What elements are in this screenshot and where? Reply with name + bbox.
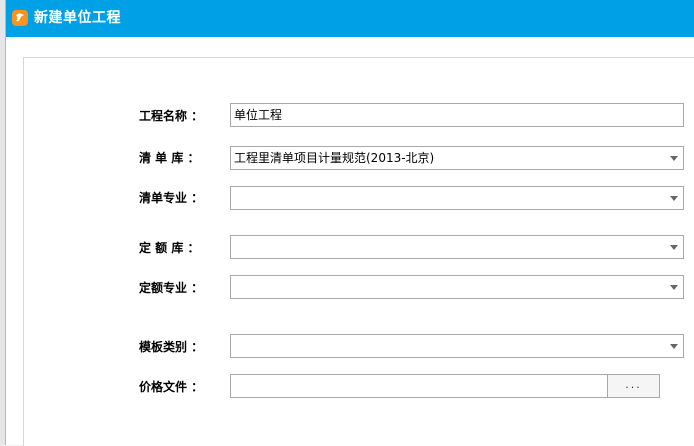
chevron-down-icon[interactable] <box>667 276 681 298</box>
browse-button[interactable]: ... <box>607 374 660 398</box>
bill-library-value: 工程里清单项目计量规范(2013-北京) <box>234 151 435 165</box>
bill-specialty-label: 清单专业 ： <box>139 191 204 205</box>
bill-library-select[interactable]: 工程里清单项目计量规范(2013-北京) <box>230 146 684 170</box>
template-category-select[interactable] <box>230 334 684 358</box>
chevron-down-icon[interactable] <box>667 236 681 258</box>
quota-specialty-label: 定额专业 ： <box>139 281 204 295</box>
chevron-down-icon[interactable] <box>667 335 681 357</box>
bill-library-label: 清 单 库 ： <box>139 151 200 165</box>
template-category-label: 模板类别 ： <box>139 340 204 354</box>
price-file-label: 价格文件 ： <box>139 380 204 394</box>
project-name-input[interactable]: 单位工程 <box>230 103 684 127</box>
chevron-down-icon[interactable] <box>667 187 681 209</box>
price-file-input[interactable] <box>230 374 608 398</box>
project-name-value: 单位工程 <box>234 108 283 122</box>
chevron-down-icon[interactable] <box>667 147 681 169</box>
window-title: 新建单位工程 <box>34 10 121 26</box>
quota-library-select[interactable] <box>230 235 684 259</box>
bill-specialty-select[interactable] <box>230 186 684 210</box>
title-bar[interactable]: 新建单位工程 <box>6 0 694 37</box>
quota-specialty-select[interactable] <box>230 275 684 299</box>
project-name-label: 工程名称 ： <box>139 109 204 123</box>
quota-library-label: 定 额 库 ： <box>139 241 200 255</box>
new-unit-project-dialog: 新建单位工程 工程名称 ： 单位工程 清 单 库 ： 工程里清单项目计量规范(2… <box>5 0 694 446</box>
app-logo-icon <box>12 10 28 26</box>
